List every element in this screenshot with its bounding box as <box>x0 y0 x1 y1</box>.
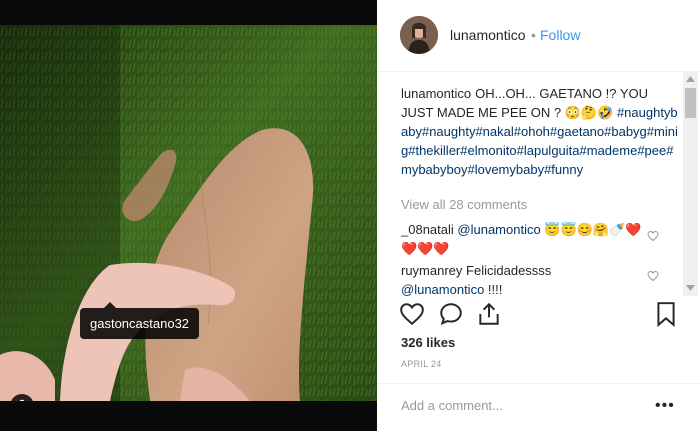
scrollbar-thumb[interactable] <box>685 88 696 118</box>
avatar-image <box>400 16 438 54</box>
like-heart-icon[interactable] <box>399 301 425 327</box>
view-all-comments-link[interactable]: View all 28 comments <box>401 197 527 212</box>
caption: lunamontico OH...OH... GAETANO !? YOU JUS… <box>401 84 679 179</box>
comment-username[interactable]: ruymanrey <box>401 263 462 278</box>
user-tags-button[interactable] <box>10 394 34 401</box>
post-header: lunamontico • Follow <box>377 0 700 72</box>
post-details-panel: lunamontico • Follow lunamontico OH...OH.… <box>377 0 700 431</box>
user-tag-label[interactable]: gastoncastano32 <box>80 302 200 339</box>
comment-suffix: !!!! <box>487 282 503 296</box>
scroll-down-arrow-icon[interactable] <box>686 285 695 291</box>
caption-username[interactable]: lunamontico <box>401 86 471 101</box>
user-tags-icon <box>19 399 25 401</box>
add-comment-section: ••• <box>377 383 700 431</box>
header-username[interactable]: lunamontico <box>450 27 526 43</box>
photo-image <box>0 25 377 401</box>
comment-like-heart-icon[interactable] <box>647 230 659 242</box>
more-options-button[interactable]: ••• <box>655 397 675 415</box>
avatar[interactable] <box>400 16 438 54</box>
comment-like-heart-icon[interactable] <box>647 270 659 282</box>
post-actions <box>377 297 700 332</box>
comment-mention[interactable]: @lunamontico <box>457 222 540 237</box>
post-date[interactable]: APRIL 24 <box>401 359 442 369</box>
post-photo[interactable]: gastoncastano32 <box>0 25 377 401</box>
comment-bubble-icon[interactable] <box>438 301 464 327</box>
header-separator: • <box>531 27 536 43</box>
scroll-up-arrow-icon[interactable] <box>686 76 695 82</box>
comments-scrollbar[interactable] <box>683 72 698 296</box>
likes-count[interactable]: 326 likes <box>401 335 455 350</box>
comment-text: Felicidadessss <box>466 263 552 278</box>
share-icon[interactable] <box>476 301 502 327</box>
comments-list[interactable]: lunamontico OH...OH... GAETANO !? YOU JUS… <box>377 72 700 296</box>
add-comment-input[interactable] <box>401 393 641 417</box>
comment-item: ruymanrey Felicidadessss @lunamontico !!… <box>401 261 651 296</box>
comment-username[interactable]: _08natali <box>401 222 454 237</box>
save-bookmark-icon[interactable] <box>653 301 679 327</box>
comment-mention[interactable]: @lunamontico <box>401 282 484 296</box>
follow-button[interactable]: Follow <box>540 27 580 43</box>
comment-item: _08natali @lunamontico 😇😇😊🤗🍼❤️❤️❤️❤️ <box>401 220 651 258</box>
